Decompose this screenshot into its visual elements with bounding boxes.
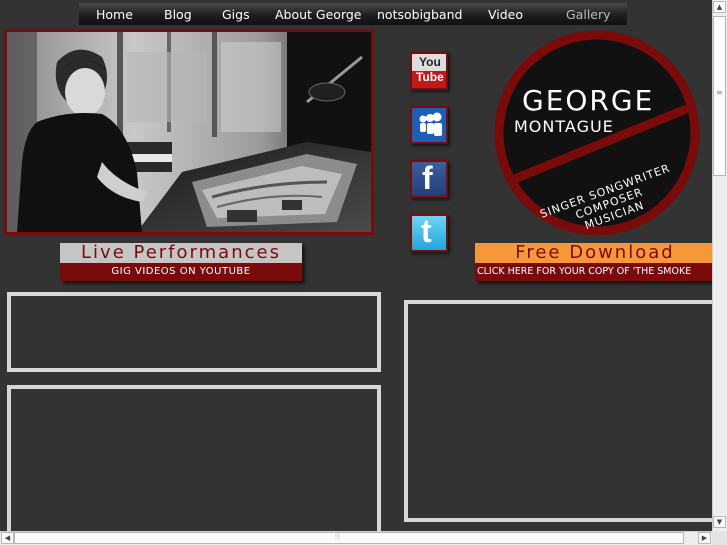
scroll-up-button[interactable]: ▲ xyxy=(713,1,726,13)
facebook-icon-glyph: f xyxy=(422,160,433,196)
youtube-link[interactable]: You Tube xyxy=(410,52,448,90)
george-montague-logo[interactable]: George Montague Singer Songwriter Compos… xyxy=(494,30,700,240)
horizontal-scroll-thumb[interactable] xyxy=(14,532,684,544)
youtube-icon-text-bottom: Tube xyxy=(416,70,444,84)
content-box-top-left xyxy=(7,292,381,372)
scroll-left-button[interactable]: ◀ xyxy=(1,532,14,544)
myspace-link[interactable] xyxy=(410,106,448,144)
horizontal-thumb-grip: ⦙⦙⦙ xyxy=(335,532,341,541)
facebook-link[interactable]: f xyxy=(410,160,448,198)
myspace-icon xyxy=(412,108,446,142)
scroll-right-button[interactable]: ▶ xyxy=(698,532,711,544)
free-download-title[interactable]: Free Download xyxy=(475,243,715,263)
facebook-icon: f xyxy=(412,160,446,196)
nav-gigs[interactable]: Gigs xyxy=(222,7,250,22)
twitter-icon-glyph: t xyxy=(421,213,432,249)
nav-home[interactable]: Home xyxy=(96,7,133,22)
content-box-bottom-left xyxy=(7,385,381,545)
youtube-icon: You Tube xyxy=(412,54,446,88)
nav-video[interactable]: Video xyxy=(488,7,523,22)
scroll-down-button[interactable]: ▼ xyxy=(713,516,726,528)
vertical-thumb-grip: ≡ xyxy=(716,88,723,97)
top-nav: Home Blog Gigs About George notsobigband… xyxy=(79,3,627,25)
live-performances-subtitle[interactable]: Gig videos on YouTube xyxy=(60,263,302,281)
logo-name-last: Montague xyxy=(514,117,614,136)
youtube-icon-text-top: You xyxy=(419,55,441,69)
nav-about-george[interactable]: About George xyxy=(275,7,362,22)
twitter-icon: t xyxy=(412,213,446,250)
logo-name-first: George xyxy=(522,84,654,117)
hero-photo xyxy=(4,29,374,235)
nav-notsobigband[interactable]: notsobigband xyxy=(377,7,462,22)
free-download-subtitle[interactable]: Click here for your copy of 'The Smoke xyxy=(475,263,715,281)
nav-gallery[interactable]: Gallery xyxy=(566,7,611,22)
content-box-right xyxy=(404,300,716,522)
nav-blog[interactable]: Blog xyxy=(164,7,192,22)
twitter-link[interactable]: t xyxy=(410,213,448,252)
live-performances-title[interactable]: Live Performances xyxy=(60,243,302,263)
scrollbar-corner xyxy=(712,531,727,545)
